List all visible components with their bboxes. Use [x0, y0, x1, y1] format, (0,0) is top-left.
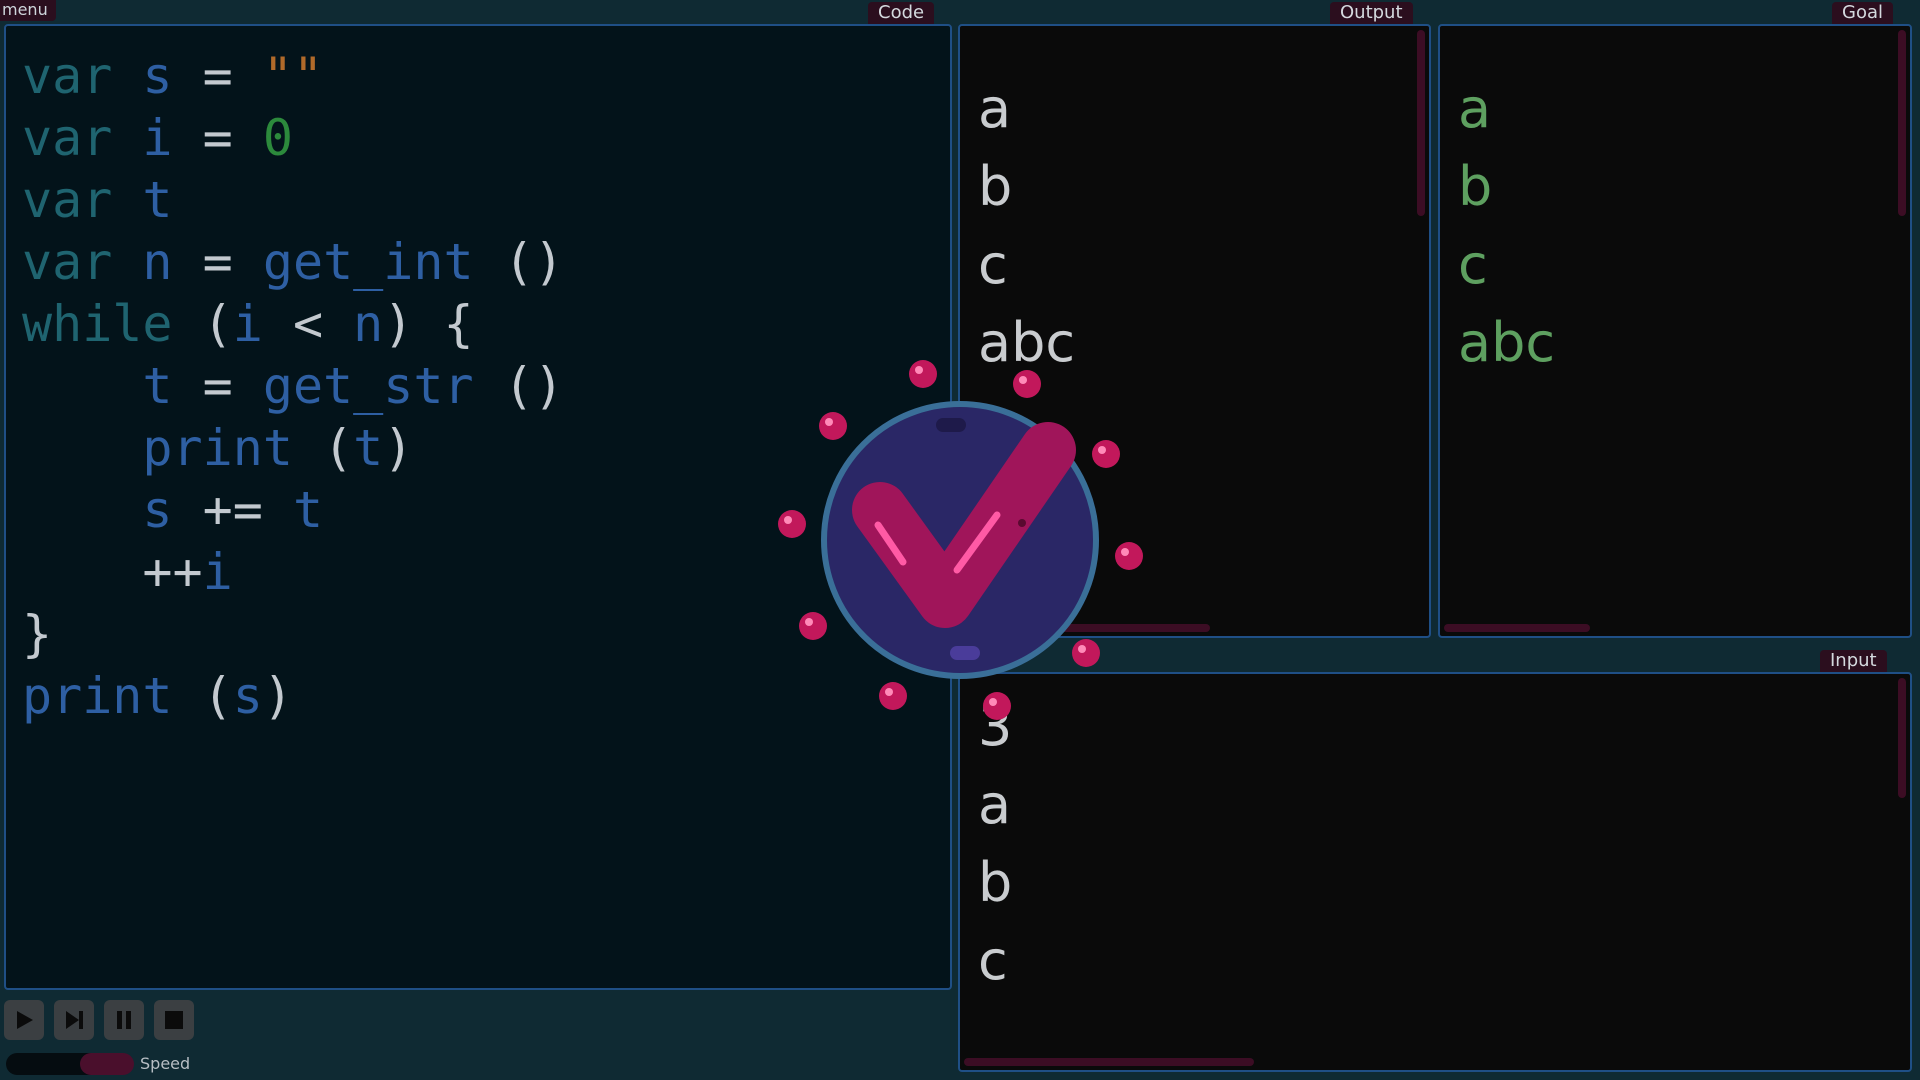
output-line: c [978, 233, 1008, 296]
code-line[interactable]: ++i [22, 542, 233, 602]
code-token: n [142, 233, 203, 291]
code-token: = [202, 357, 263, 415]
play-button[interactable] [4, 1000, 44, 1040]
goal-horizontal-scrollbar[interactable] [1444, 624, 1590, 632]
stop-icon [165, 1011, 183, 1029]
code-token: () [503, 233, 564, 291]
pause-icon [117, 1011, 131, 1029]
goal-line: abc [1458, 311, 1556, 374]
code-token: 0 [262, 109, 293, 167]
code-token: = [202, 233, 263, 291]
code-token: var [22, 171, 143, 229]
goal-line: b [1458, 155, 1493, 218]
play-icon [17, 1011, 33, 1029]
code-line[interactable]: t = get_str () [22, 356, 564, 416]
speed-slider-handle[interactable] [80, 1053, 134, 1075]
code-token: i [202, 543, 233, 601]
code-token: += [202, 481, 293, 539]
output-tab: Output [1330, 2, 1413, 24]
goal-vertical-scrollbar[interactable] [1898, 30, 1906, 216]
code-line[interactable]: while (i < n) { [22, 294, 474, 354]
input-line: a [978, 773, 1012, 836]
speed-label: Speed [140, 1054, 191, 1073]
code-token: s [232, 667, 263, 725]
code-token: s [22, 481, 203, 539]
code-token: t [142, 171, 173, 229]
code-tab: Code [868, 2, 935, 24]
code-token: var [22, 233, 143, 291]
code-token: ) [262, 667, 293, 725]
code-token: t [292, 481, 324, 539]
code-line[interactable]: print (t) [22, 418, 413, 478]
code-token: ) { [383, 295, 474, 353]
pause-button[interactable] [104, 1000, 144, 1040]
code-line[interactable]: s += t [22, 480, 323, 540]
code-token: ++ [22, 543, 203, 601]
code-token: var [22, 109, 143, 167]
stop-button[interactable] [154, 1000, 194, 1040]
input-vertical-scrollbar[interactable] [1898, 678, 1906, 798]
code-token: n [353, 295, 384, 353]
code-token: i [232, 295, 293, 353]
code-token: = [202, 109, 263, 167]
code-token: () [503, 357, 564, 415]
input-line: b [978, 851, 1013, 914]
code-token: var [22, 47, 143, 105]
step-button[interactable] [54, 1000, 94, 1040]
goal-line: a [1458, 77, 1492, 140]
input-tab: Input [1820, 650, 1887, 672]
input-line: c [978, 929, 1008, 992]
code-token: while [22, 295, 203, 353]
code-token: get_int [262, 233, 504, 291]
output-vertical-scrollbar[interactable] [1417, 30, 1425, 216]
code-token: t [353, 419, 384, 477]
code-token: = [202, 47, 263, 105]
code-line[interactable]: print (s) [22, 666, 293, 726]
success-badge [778, 360, 1143, 720]
code-token: } [22, 605, 53, 663]
code-token: print [22, 667, 203, 725]
goal-line: c [1458, 233, 1488, 296]
game-screen: menu Code var s = "" var i = 0 var t var n … [0, 0, 1920, 1080]
output-line: b [978, 155, 1013, 218]
step-forward-icon [66, 1011, 83, 1029]
goal-tab: Goal [1832, 2, 1893, 24]
code-line[interactable]: } [22, 604, 52, 664]
code-line[interactable]: var n = get_int () [22, 232, 564, 292]
code-token: ( [202, 295, 233, 353]
output-line: a [978, 77, 1012, 140]
code-token: "" [262, 47, 324, 105]
code-line[interactable]: var i = 0 [22, 108, 293, 168]
code-token: print [22, 419, 324, 477]
code-token: ( [202, 667, 233, 725]
code-token: s [142, 47, 203, 105]
code-token: t [22, 357, 203, 415]
code-token: ) [383, 419, 414, 477]
goal-panel: a b c abc [1438, 24, 1912, 638]
menu-button[interactable]: menu [0, 0, 56, 21]
code-token: ( [323, 419, 354, 477]
code-token: get_str [262, 357, 504, 415]
code-token: i [142, 109, 203, 167]
code-token: < [292, 295, 354, 353]
code-line[interactable]: var s = "" [22, 46, 323, 106]
code-line[interactable]: var t [22, 170, 173, 230]
input-horizontal-scrollbar[interactable] [964, 1058, 1254, 1066]
